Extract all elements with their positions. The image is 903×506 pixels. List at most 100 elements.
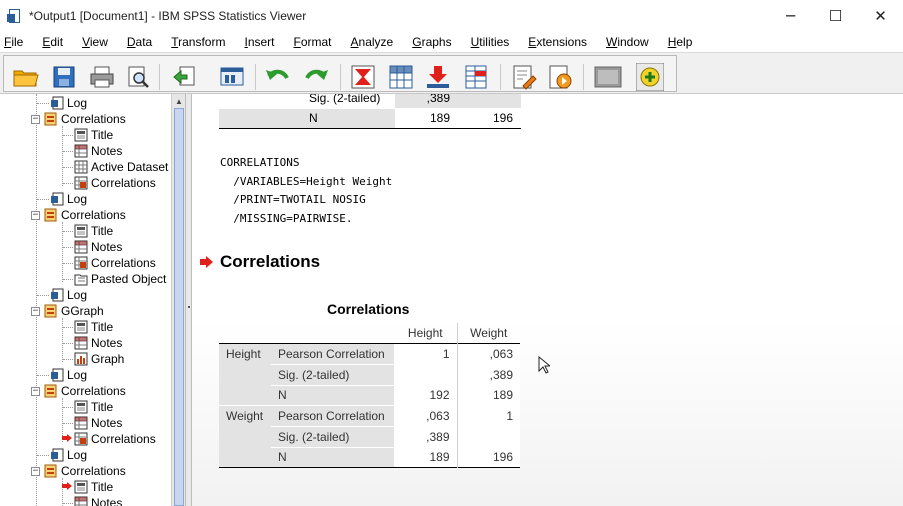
add-icon[interactable] — [636, 63, 664, 91]
nav-item[interactable]: Notes — [74, 415, 122, 431]
nav-item[interactable]: Log — [50, 367, 87, 383]
nav-item[interactable]: Title — [74, 223, 113, 239]
window-title: *Output1 [Document1] - IBM SPSS Statisti… — [29, 9, 307, 23]
menu-graphs[interactable]: Graphs — [408, 35, 459, 49]
variables-icon[interactable] — [462, 63, 490, 91]
goto-case-icon[interactable] — [387, 63, 415, 91]
dataset-icon — [74, 160, 88, 174]
nav-item[interactable]: Active Dataset — [74, 159, 168, 175]
nav-item[interactable]: Title — [74, 479, 113, 495]
log-icon — [51, 448, 64, 462]
book-icon — [44, 384, 57, 398]
nav-item[interactable]: Correlations — [74, 175, 156, 191]
nav-item[interactable]: Title — [74, 319, 113, 335]
goto-variable-icon[interactable] — [424, 63, 452, 91]
menu-window[interactable]: Window — [602, 35, 657, 49]
nav-item[interactable]: Notes — [74, 143, 122, 159]
graph-icon — [74, 352, 88, 366]
spss-viewer-icon[interactable] — [7, 8, 23, 24]
window-controls: ─ ☐ ✕ — [768, 0, 903, 32]
menu-help[interactable]: Help — [664, 35, 701, 49]
menu-analyze[interactable]: Analyze — [347, 35, 402, 49]
col-header-height: Height — [394, 323, 458, 344]
menu-view[interactable]: View — [78, 35, 116, 49]
collapse-toggle[interactable]: − — [31, 386, 40, 396]
nav-item[interactable]: Notes — [74, 495, 122, 506]
nav-item[interactable]: Pasted Object — [74, 271, 166, 287]
title-icon — [74, 224, 88, 238]
nav-item[interactable]: Log — [50, 447, 87, 463]
current-item-arrow-icon — [62, 482, 72, 490]
row-group-label: Height — [226, 347, 261, 362]
script-icon[interactable] — [510, 63, 538, 91]
print-preview-icon[interactable] — [124, 63, 152, 91]
nav-item[interactable]: Correlations — [74, 255, 156, 271]
log-icon — [51, 288, 64, 302]
menu-insert[interactable]: Insert — [240, 35, 282, 49]
current-item-arrow-icon — [62, 434, 72, 442]
collapse-toggle[interactable]: − — [31, 210, 40, 220]
run-script-icon[interactable] — [546, 63, 574, 91]
nav-item[interactable]: − Correlations — [31, 111, 126, 127]
book-icon — [44, 208, 57, 222]
nav-item[interactable]: − Correlations — [31, 383, 126, 399]
collapse-toggle[interactable]: − — [31, 466, 40, 476]
correlations-table[interactable]: Height Weight Height Pearson Correlation… — [219, 323, 520, 468]
menu-data[interactable]: Data — [123, 35, 160, 49]
scroll-up-icon[interactable]: ▲ — [172, 94, 186, 108]
title-bar: *Output1 [Document1] - IBM SPSS Statisti… — [0, 0, 903, 32]
row-stat-label: Sig. (2-tailed) — [271, 363, 394, 386]
undo-icon[interactable] — [264, 63, 292, 91]
nav-item[interactable]: − Correlations — [31, 207, 126, 223]
nav-item[interactable]: Log — [50, 191, 87, 207]
output-content-pane[interactable]: Sig. (2-tailed) ,389 N 189 196 CORRELATI… — [192, 94, 903, 506]
title-icon — [74, 480, 88, 494]
menu-edit[interactable]: Edit — [38, 35, 71, 49]
maximize-button[interactable]: ☐ — [813, 0, 858, 32]
goto-data-icon[interactable] — [349, 63, 377, 91]
title-icon — [74, 320, 88, 334]
pane-splitter[interactable] — [185, 94, 192, 506]
collapse-toggle[interactable]: − — [31, 306, 40, 316]
menu-extensions[interactable]: Extensions — [524, 35, 595, 49]
row-group-label — [219, 364, 271, 385]
notes-icon — [74, 416, 88, 430]
nav-item[interactable]: Title — [74, 399, 113, 415]
nav-item[interactable]: Notes — [74, 239, 122, 255]
redo-icon[interactable] — [302, 63, 330, 91]
table-row: Weight Pearson Correlation ,063 1 — [219, 405, 520, 427]
print-icon[interactable] — [88, 63, 116, 91]
nav-item[interactable]: − Correlations — [31, 463, 126, 479]
minimize-button[interactable]: ─ — [768, 0, 813, 32]
scroll-thumb[interactable] — [174, 108, 184, 506]
output-navigation-tree[interactable]: Log − Correlations Title Notes Active Da… — [0, 94, 171, 506]
nav-scrollbar[interactable]: ▲ — [171, 94, 185, 506]
nav-item[interactable]: Graph — [74, 351, 124, 367]
nav-item[interactable]: Log — [50, 95, 87, 111]
prev-n-value-1: 189 — [395, 107, 458, 128]
row-stat-label: Pearson Correlation — [278, 347, 385, 362]
close-button[interactable]: ✕ — [858, 0, 903, 32]
export-icon[interactable] — [170, 63, 198, 91]
menu-utilities[interactable]: Utilities — [467, 35, 518, 49]
pivot-table-icon — [74, 432, 88, 446]
save-icon[interactable] — [50, 63, 78, 91]
nav-item[interactable]: − GGraph — [31, 303, 104, 319]
nav-item[interactable]: Title — [74, 127, 113, 143]
title-icon — [74, 400, 88, 414]
menu-transform[interactable]: Transform — [167, 35, 233, 49]
table-row: Sig. (2-tailed) ,389 — [219, 425, 520, 448]
collapse-toggle[interactable]: − — [31, 114, 40, 124]
open-folder-icon[interactable] — [12, 63, 40, 91]
nav-item[interactable]: Log — [50, 287, 87, 303]
row-group-label — [219, 385, 271, 406]
menu-format[interactable]: Format — [290, 35, 340, 49]
book-icon — [44, 304, 57, 318]
menu-file[interactable]: File — [0, 35, 31, 49]
nav-item[interactable]: Notes — [74, 335, 122, 351]
cell-value: 189 — [394, 446, 458, 468]
recall-dialog-icon[interactable] — [218, 63, 246, 91]
designated-window-icon[interactable] — [594, 63, 622, 91]
nav-item[interactable]: Correlations — [74, 431, 156, 447]
prev-sig-value: ,389 — [395, 94, 458, 108]
